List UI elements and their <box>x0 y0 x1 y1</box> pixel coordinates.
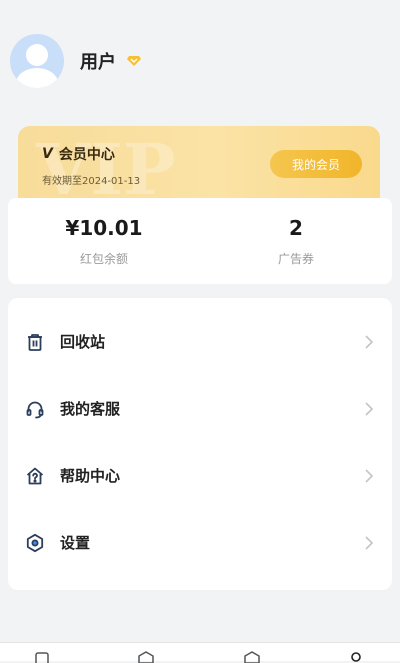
tab-tools-icon[interactable] <box>244 651 260 663</box>
member-expiry-date: 有效期至2024-01-13 <box>42 176 141 187</box>
ad-coupons[interactable]: 2 广告券 <box>200 198 392 284</box>
wallet-stats: ¥10.01 红包余额 2 广告券 <box>8 198 392 284</box>
vip-diamond-icon <box>127 56 141 66</box>
profile-header[interactable]: 用户 <box>10 34 142 88</box>
menu-label: 回收站 <box>60 333 106 351</box>
red-packet-balance[interactable]: ¥10.01 红包余额 <box>8 198 200 284</box>
stat-value: 2 <box>289 216 303 240</box>
username: 用户 <box>80 52 116 73</box>
vip-logo-icon: V <box>42 146 53 162</box>
settings-hexagon-icon <box>24 532 46 554</box>
chevron-right-icon <box>365 401 374 416</box>
avatar[interactable] <box>10 34 64 88</box>
stat-label: 广告券 <box>277 252 314 266</box>
menu-label: 设置 <box>60 534 91 552</box>
tab-profile-icon[interactable] <box>348 651 364 663</box>
stat-label: 红包余额 <box>79 252 128 266</box>
member-center-card[interactable]: VIP V 会员中心 有效期至2024-01-13 我的会员 <box>18 126 380 206</box>
menu-item-recycle-bin[interactable]: 回收站 <box>8 308 392 375</box>
menu-item-customer-service[interactable]: 我的客服 <box>8 375 392 442</box>
trash-icon <box>24 331 46 353</box>
menu-item-help-center[interactable]: 帮助中心 <box>8 442 392 509</box>
chevron-right-icon <box>365 468 374 483</box>
help-house-icon <box>24 465 46 487</box>
stat-value: ¥10.01 <box>65 216 143 240</box>
tab-files-icon[interactable] <box>34 651 50 663</box>
member-watermark: VIP <box>36 128 176 206</box>
menu-label: 我的客服 <box>60 400 121 418</box>
menu-item-settings[interactable]: 设置 <box>8 509 392 576</box>
tab-discover-icon[interactable] <box>138 651 154 663</box>
menu-list: 回收站 我的客服 帮助中心 设置 <box>8 298 392 590</box>
headset-icon <box>24 398 46 420</box>
my-member-button[interactable]: 我的会员 <box>270 150 362 178</box>
bottom-tab-bar <box>0 642 400 663</box>
member-title-label: 会员中心 <box>58 147 115 163</box>
member-center-title: V 会员中心 <box>42 144 115 164</box>
chevron-right-icon <box>365 334 374 349</box>
chevron-right-icon <box>365 535 374 550</box>
menu-label: 帮助中心 <box>60 467 121 485</box>
